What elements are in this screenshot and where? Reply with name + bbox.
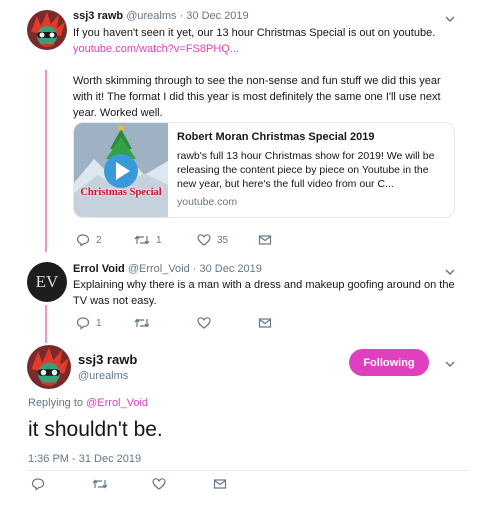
retweet-icon — [134, 235, 150, 245]
tweet-date[interactable]: · 30 Dec 2019 — [180, 10, 249, 22]
replying-to-label: Replying to — [28, 397, 84, 409]
tweet-text-line: If you haven't seen it yet, our 13 hour … — [73, 27, 436, 39]
display-name[interactable]: ssj3 rawb — [73, 10, 123, 22]
replying-to: Replying to @Errol_Void — [28, 397, 148, 409]
avatar[interactable]: EV — [27, 262, 67, 302]
retweet-button[interactable]: 1 — [134, 233, 162, 247]
like-button[interactable] — [152, 477, 166, 491]
retweet-icon — [134, 318, 150, 328]
message-button[interactable] — [258, 316, 272, 330]
heart-icon — [197, 317, 211, 329]
tweet-actions: 1 — [76, 316, 276, 332]
tweet-timestamp[interactable]: 1:36 PM - 31 Dec 2019 — [28, 453, 141, 465]
tweet-text-line: with it! The format I did this year is m… — [73, 91, 441, 103]
retweet-button[interactable] — [134, 316, 150, 330]
reply-icon — [31, 478, 45, 491]
reply-button[interactable] — [31, 477, 45, 491]
reply-button[interactable]: 1 — [76, 316, 102, 330]
card-content: Robert Moran Christmas Special 2019 rawb… — [177, 131, 447, 208]
tweet-actions: 2 1 35 — [76, 233, 276, 249]
like-button[interactable]: 35 — [197, 233, 228, 247]
reply-icon — [76, 317, 90, 330]
tweet-link[interactable]: youtube.com/watch?v=FS8PHQ... — [73, 41, 463, 57]
chevron-down-icon[interactable] — [443, 357, 457, 371]
tweet-text-line: Explaining why there is a man with a dre… — [73, 279, 455, 291]
card-domain: youtube.com — [177, 196, 238, 208]
card-description-line: new year, but here's the full video from… — [177, 178, 394, 190]
retweet-icon — [92, 479, 108, 489]
video-thumbnail[interactable]: Christmas Special — [74, 123, 168, 217]
message-button[interactable] — [258, 233, 272, 247]
following-button[interactable]: Following — [349, 349, 429, 376]
tweet-header: ssj3 rawb @urealms · 30 Dec 2019 — [73, 10, 249, 22]
reply-button[interactable]: 2 — [76, 233, 102, 247]
tweet-date[interactable]: · 30 Dec 2019 — [193, 263, 262, 275]
tweet-text-line: year. Worked well. — [73, 107, 163, 119]
card-description-line: rawb's full 13 hour Christmas show for 2… — [177, 150, 435, 162]
reply-count: 2 — [96, 234, 102, 246]
tweet-body: Explaining why there is a man with a dre… — [73, 277, 463, 309]
thread-connector-line — [45, 305, 47, 343]
replying-to-handle[interactable]: @Errol_Void — [86, 397, 148, 409]
heart-icon — [152, 478, 166, 490]
card-description-line: releasing the content piece by piece on … — [177, 164, 429, 176]
reply-icon — [76, 234, 90, 247]
envelope-icon — [258, 318, 272, 328]
chevron-down-icon[interactable] — [443, 12, 457, 26]
user-handle[interactable]: @Errol_Void — [128, 263, 190, 275]
card-title: Robert Moran Christmas Special 2019 — [177, 131, 375, 143]
like-count: 35 — [217, 234, 229, 246]
user-handle[interactable]: @urealms — [126, 10, 176, 22]
retweet-count: 1 — [156, 234, 162, 246]
tweet-body: If you haven't seen it yet, our 13 hour … — [73, 25, 463, 121]
heart-icon — [197, 234, 211, 246]
avatar[interactable] — [27, 345, 71, 389]
avatar-monogram: EV — [35, 272, 59, 291]
divider — [28, 470, 468, 471]
user-handle[interactable]: @urealms — [78, 370, 137, 382]
envelope-icon — [213, 479, 227, 489]
tweet-header: Errol Void @Errol_Void · 30 Dec 2019 — [73, 263, 262, 275]
tweet-actions — [31, 477, 231, 493]
thumbnail-caption: Christmas Special — [80, 187, 162, 198]
tweet-text-line: Worth skimming through to see the non-se… — [73, 75, 441, 87]
avatar[interactable] — [27, 10, 67, 50]
link-preview-card[interactable]: Christmas Special Robert Moran Christmas… — [73, 122, 455, 218]
display-name[interactable]: Errol Void — [73, 263, 125, 275]
envelope-icon — [258, 235, 272, 245]
display-name[interactable]: ssj3 rawb — [78, 352, 137, 367]
main-tweet-author: ssj3 rawb @urealms — [78, 352, 137, 382]
like-button[interactable] — [197, 316, 211, 330]
thread-connector-line — [45, 70, 47, 252]
message-button[interactable] — [213, 477, 227, 491]
retweet-button[interactable] — [92, 477, 108, 491]
main-tweet-text: it shouldn't be. — [28, 418, 163, 441]
reply-count: 1 — [96, 317, 102, 329]
card-description: rawb's full 13 hour Christmas show for 2… — [177, 149, 447, 191]
tweet-text-line: TV was not easy. — [73, 295, 157, 307]
